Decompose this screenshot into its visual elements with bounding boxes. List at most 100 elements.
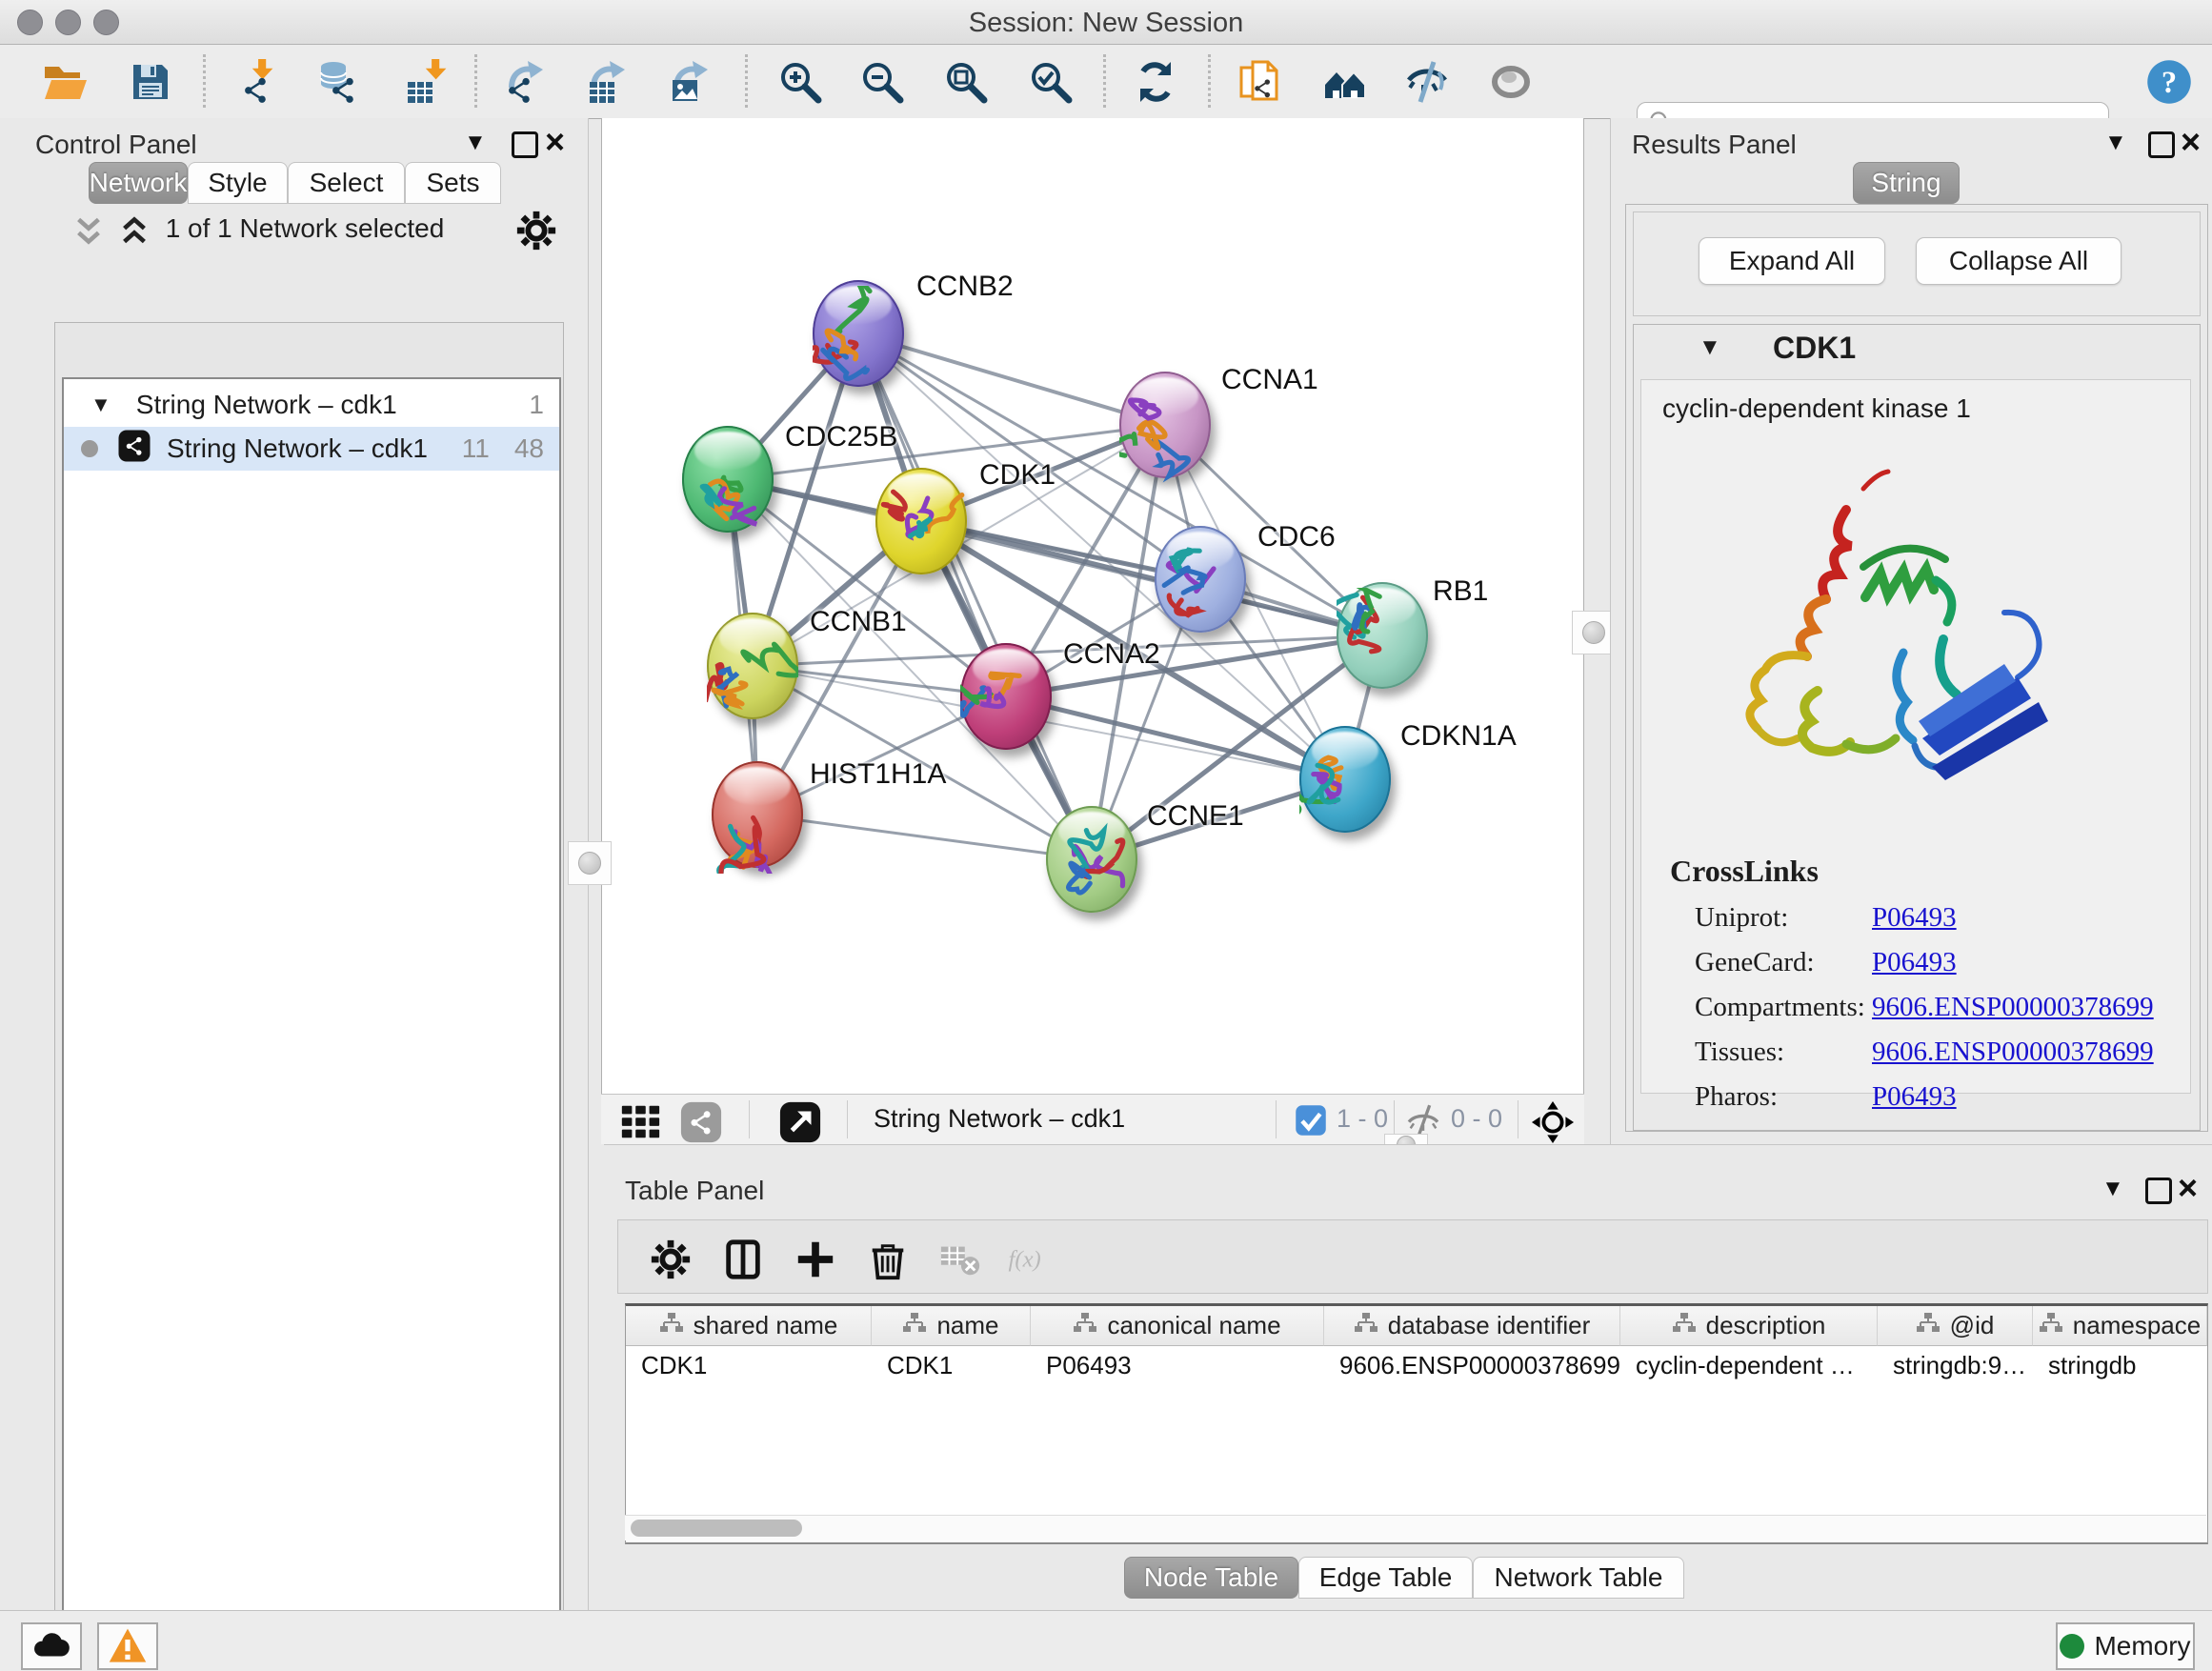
hide-selected-icon[interactable] xyxy=(1401,56,1453,108)
function-builder-icon[interactable]: f(x) xyxy=(1007,1234,1058,1285)
delete-column-icon[interactable] xyxy=(862,1234,914,1285)
collapse-all-networks-icon[interactable] xyxy=(74,214,103,252)
gear-icon[interactable] xyxy=(645,1234,696,1285)
protein-thumbnail xyxy=(707,618,798,725)
first-neighbors-icon[interactable] xyxy=(1319,56,1371,108)
node-CCNB2[interactable] xyxy=(813,280,904,387)
column-header-namespace[interactable]: namespace xyxy=(2033,1306,2207,1346)
table-hscrollbar-thumb[interactable] xyxy=(631,1520,802,1537)
copy-network-style-icon[interactable] xyxy=(1235,56,1286,108)
birdseye-grid-icon[interactable] xyxy=(614,1097,666,1148)
left-splitter-handle[interactable] xyxy=(568,841,612,885)
delete-table-icon[interactable] xyxy=(935,1234,986,1285)
results-panel-float-icon[interactable] xyxy=(2148,131,2175,158)
string-badge-icon[interactable] xyxy=(675,1097,727,1148)
tab-style[interactable]: Style xyxy=(188,162,288,204)
node-CDKN1A[interactable] xyxy=(1299,726,1391,833)
cell-namespace[interactable]: stringdb xyxy=(2033,1346,2207,1384)
show-all-icon[interactable] xyxy=(1485,56,1537,108)
node-HIST1H1A[interactable] xyxy=(712,761,803,868)
zoom-selected-icon[interactable] xyxy=(1025,56,1076,108)
node-table[interactable]: shared nameCDK1nameCDK1canonical nameP06… xyxy=(625,1303,2208,1544)
cell-canonical-name[interactable]: P06493 xyxy=(1031,1346,1324,1384)
node-CCNE1[interactable] xyxy=(1046,806,1137,913)
tab-node-table[interactable]: Node Table xyxy=(1124,1557,1298,1599)
network-options-gear-icon[interactable] xyxy=(514,209,558,257)
node-CDC25B[interactable] xyxy=(682,426,774,533)
expand-all-networks-icon[interactable] xyxy=(120,214,149,252)
cell-shared-name[interactable]: CDK1 xyxy=(626,1346,872,1384)
tab-network[interactable]: Network xyxy=(89,162,188,204)
refresh-layout-icon[interactable] xyxy=(1130,56,1181,108)
column-header-@id[interactable]: @id xyxy=(1878,1306,2033,1346)
import-network-database-icon[interactable] xyxy=(312,56,363,108)
tab-string[interactable]: String xyxy=(1853,162,1960,204)
node-CDC6[interactable] xyxy=(1155,526,1246,633)
add-column-icon[interactable] xyxy=(790,1234,841,1285)
column-header-name[interactable]: name xyxy=(872,1306,1031,1346)
results-panel-menu-icon[interactable]: ▼ xyxy=(2104,130,2127,156)
tab-sets[interactable]: Sets xyxy=(405,162,501,204)
control-panel-close-icon[interactable]: × xyxy=(545,131,565,152)
protein-collapse-icon[interactable]: ▼ xyxy=(1699,334,1721,361)
node-CDK1[interactable] xyxy=(875,468,967,574)
network-view-toolbar: String Network – cdk1 1 - 0 0 - 0 xyxy=(601,1094,1584,1144)
control-panel-menu-icon[interactable]: ▼ xyxy=(464,130,487,156)
export-image-icon[interactable] xyxy=(664,56,715,108)
crosslink-link[interactable]: 9606.ENSP00000378699 xyxy=(1872,1037,2154,1068)
help-icon[interactable]: ? xyxy=(2143,56,2195,108)
table-hscrollbar[interactable] xyxy=(625,1515,2206,1540)
zoom-out-icon[interactable] xyxy=(856,56,908,108)
node-CCNA1[interactable] xyxy=(1119,372,1211,478)
column-header-shared-name[interactable]: shared name xyxy=(626,1306,872,1346)
table-panel-close-icon[interactable]: × xyxy=(2178,1178,2198,1198)
results-panel-close-icon[interactable]: × xyxy=(2181,131,2201,152)
import-table-icon[interactable] xyxy=(399,56,451,108)
cell-description[interactable]: cyclin-dependent … xyxy=(1620,1346,1878,1384)
export-table-icon[interactable] xyxy=(581,56,633,108)
network-row-selected[interactable]: String Network – cdk1 11 48 xyxy=(64,427,559,471)
node-CCNA2[interactable] xyxy=(960,643,1052,750)
position-crosshair-icon[interactable] xyxy=(1527,1097,1579,1148)
node-CCNB1[interactable] xyxy=(707,613,798,719)
zoom-in-icon[interactable] xyxy=(774,56,826,108)
export-network-icon[interactable] xyxy=(499,56,551,108)
cell-database-identifier[interactable]: 9606.ENSP00000378699 xyxy=(1324,1346,1620,1384)
crosslink-row: Uniprot:P06493 xyxy=(1695,902,2190,934)
selected-checkbox-icon[interactable] xyxy=(1293,1102,1329,1138)
cell-@id[interactable]: stringdb:9… xyxy=(1878,1346,2033,1384)
columns-icon[interactable] xyxy=(717,1234,769,1285)
crosslink-link[interactable]: P06493 xyxy=(1872,1081,1957,1113)
control-panel-float-icon[interactable] xyxy=(512,131,538,158)
status-bar: Memory xyxy=(0,1610,2212,1671)
tab-edge-table[interactable]: Edge Table xyxy=(1298,1557,1473,1599)
zoom-fit-icon[interactable] xyxy=(940,56,992,108)
network-canvas[interactable]: CCNB2CCNA1CDC25BCDK1CDC6RB1CCNB1CCNA2CDK… xyxy=(601,118,1584,1094)
open-session-icon[interactable] xyxy=(39,56,90,108)
warnings-button[interactable] xyxy=(97,1622,158,1670)
crosslink-link[interactable]: P06493 xyxy=(1872,947,1957,978)
save-session-icon[interactable] xyxy=(125,56,176,108)
node-label-CCNB2: CCNB2 xyxy=(916,271,1014,303)
table-panel-menu-icon[interactable]: ▼ xyxy=(2101,1176,2124,1202)
expand-all-button[interactable]: Expand All xyxy=(1699,237,1885,285)
cloud-services-button[interactable] xyxy=(21,1622,82,1670)
column-header-canonical-name[interactable]: canonical name xyxy=(1031,1306,1324,1346)
memory-button[interactable]: Memory xyxy=(2056,1622,2195,1670)
cell-name[interactable]: CDK1 xyxy=(872,1346,1031,1384)
column-header-database-identifier[interactable]: database identifier xyxy=(1324,1306,1620,1346)
table-panel-float-icon[interactable] xyxy=(2145,1178,2172,1204)
collection-collapse-icon[interactable]: ▼ xyxy=(90,393,111,417)
column-header-description[interactable]: description xyxy=(1620,1306,1878,1346)
crosslink-link[interactable]: P06493 xyxy=(1872,902,1957,934)
node-label-CCNA2: CCNA2 xyxy=(1063,638,1160,671)
protein-thumbnail xyxy=(875,473,967,580)
open-in-browser-icon[interactable] xyxy=(774,1097,826,1148)
node-RB1[interactable] xyxy=(1337,582,1428,689)
tab-select[interactable]: Select xyxy=(288,162,405,204)
network-collection-row[interactable]: ▼ String Network – cdk1 1 xyxy=(64,383,559,427)
tab-network-table[interactable]: Network Table xyxy=(1473,1557,1684,1599)
import-network-icon[interactable] xyxy=(231,56,283,108)
crosslink-link[interactable]: 9606.ENSP00000378699 xyxy=(1872,992,2154,1023)
collapse-all-button[interactable]: Collapse All xyxy=(1916,237,2122,285)
